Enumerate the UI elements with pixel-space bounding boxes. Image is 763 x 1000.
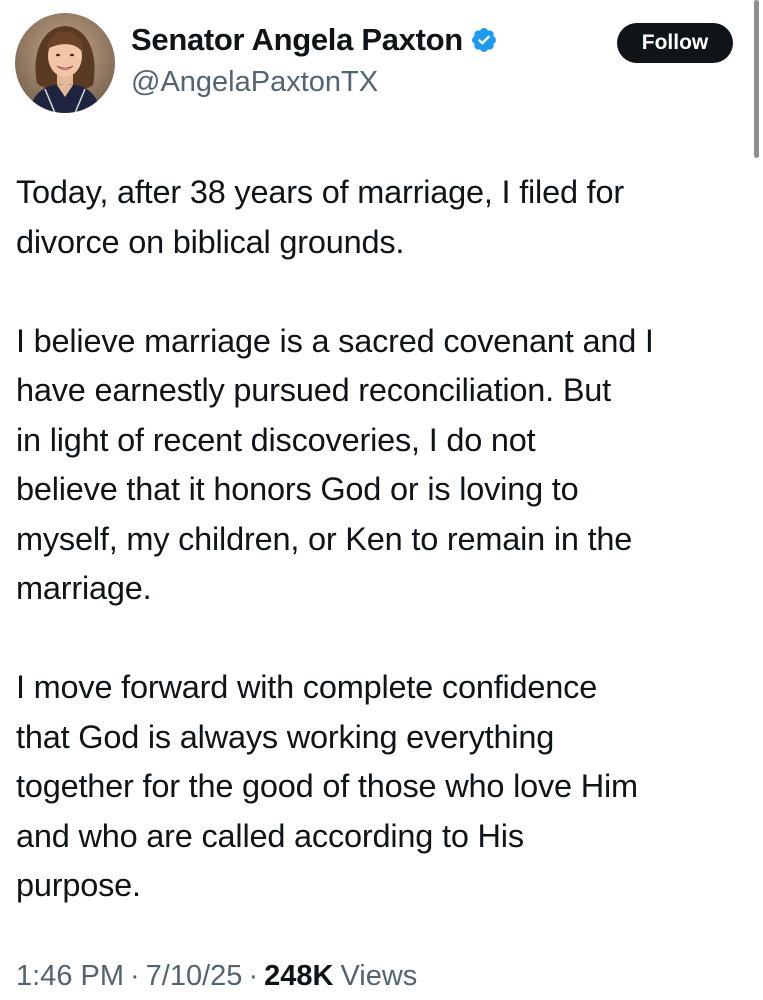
avatar-photo	[15, 13, 115, 113]
scrollbar-thumb[interactable]	[754, 0, 759, 158]
tweet-text: Today, after 38 years of marriage, I fil…	[16, 168, 751, 911]
author-display-name[interactable]: Senator Angela Paxton	[131, 22, 463, 58]
author-name-row: Senator Angela Paxton	[131, 22, 498, 58]
tweet-meta: 1:46 PM · 7/10/25 · 248K Views	[16, 960, 417, 993]
tweet-date[interactable]: 7/10/25	[146, 960, 243, 993]
verified-badge-icon[interactable]	[470, 26, 498, 54]
tweet-paragraph-2: I believe marriage is a sacred covenant …	[16, 322, 654, 607]
tweet-paragraph-1: Today, after 38 years of marriage, I fil…	[16, 174, 624, 260]
tweet-paragraph-3: I move forward with complete confidence …	[16, 669, 638, 903]
author-handle[interactable]: @AngelaPaxtonTX	[131, 66, 378, 99]
tweet-card: Senator Angela Paxton @AngelaPaxtonTX Fo…	[0, 0, 763, 1000]
tweet-time[interactable]: 1:46 PM	[16, 960, 124, 993]
views-count: 248K	[264, 960, 334, 992]
views-label: Views	[340, 960, 418, 992]
meta-separator: ·	[130, 960, 140, 992]
meta-separator: ·	[248, 960, 259, 992]
follow-button[interactable]: Follow	[617, 23, 733, 63]
author-avatar[interactable]	[15, 13, 115, 113]
